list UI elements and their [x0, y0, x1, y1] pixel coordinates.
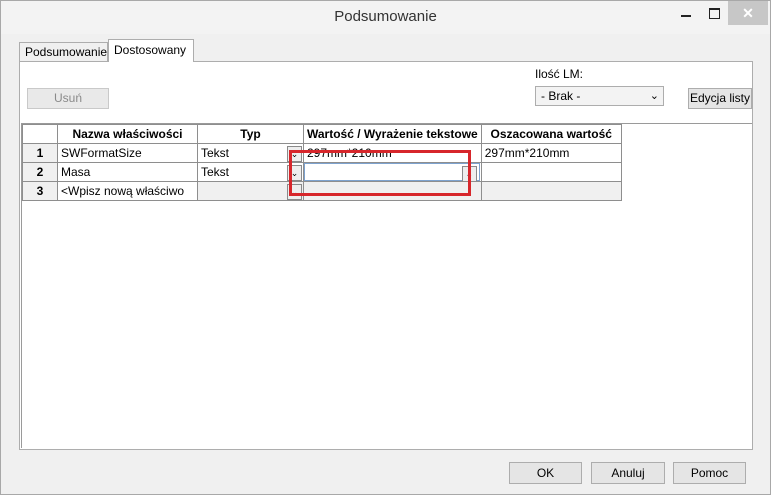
red-highlight-box: [289, 150, 471, 196]
close-icon: ✕: [742, 4, 754, 21]
minimize-icon: [681, 15, 691, 17]
property-name-cell[interactable]: Masa: [57, 162, 198, 182]
minimize-button[interactable]: [672, 1, 700, 25]
property-type-cell[interactable]: Tekst ⌄: [197, 162, 304, 182]
edit-list-button[interactable]: Edycja listy: [688, 88, 752, 109]
column-header-type[interactable]: Typ: [197, 124, 304, 144]
column-header-name[interactable]: Nazwa właściwości: [57, 124, 198, 144]
column-header-value[interactable]: Wartość / Wyrażenie tekstowe: [303, 124, 482, 144]
row-number[interactable]: 1: [22, 143, 58, 163]
estimated-value-cell: 297mm*210mm: [480, 143, 622, 163]
lm-count-label: Ilość LM:: [535, 67, 584, 81]
property-type-value: Tekst: [201, 146, 230, 160]
column-header-estimated[interactable]: Oszacowana wartość: [480, 124, 622, 144]
property-type-value: Tekst: [201, 165, 230, 179]
chevron-down-icon: ⌄: [649, 90, 659, 102]
close-button[interactable]: ✕: [728, 1, 768, 25]
cancel-button[interactable]: Anuluj: [591, 462, 665, 484]
grid-corner[interactable]: [22, 124, 58, 144]
table-header-row: Nazwa właściwości Typ Wartość / Wyrażeni…: [22, 124, 622, 144]
tab-custom[interactable]: Dostosowany: [108, 39, 194, 62]
property-type-cell[interactable]: ⌄: [197, 181, 304, 201]
estimated-value-cell: [480, 162, 622, 182]
property-name-cell[interactable]: SWFormatSize: [57, 143, 198, 163]
dialog-window: Podsumowanie ✕ Podsumowanie Dostosowany …: [0, 0, 771, 495]
title-bar[interactable]: Podsumowanie ✕: [1, 1, 770, 34]
row-number[interactable]: 2: [22, 162, 58, 182]
row-number[interactable]: 3: [22, 181, 58, 201]
help-button[interactable]: Pomoc: [673, 462, 746, 484]
maximize-icon: [708, 7, 720, 19]
window-title: Podsumowanie: [334, 8, 437, 25]
new-property-name-cell[interactable]: <Wpisz nową właściwo: [57, 181, 198, 201]
property-type-cell[interactable]: Tekst ⌄: [197, 143, 304, 163]
lm-count-select[interactable]: - Brak - ⌄: [535, 86, 664, 106]
maximize-button[interactable]: [700, 1, 728, 25]
estimated-value-cell: [480, 181, 622, 201]
delete-button[interactable]: Usuń: [27, 88, 109, 109]
lm-count-selected: - Brak -: [541, 89, 581, 103]
ok-button[interactable]: OK: [509, 462, 582, 484]
tab-summary[interactable]: Podsumowanie: [19, 42, 108, 61]
